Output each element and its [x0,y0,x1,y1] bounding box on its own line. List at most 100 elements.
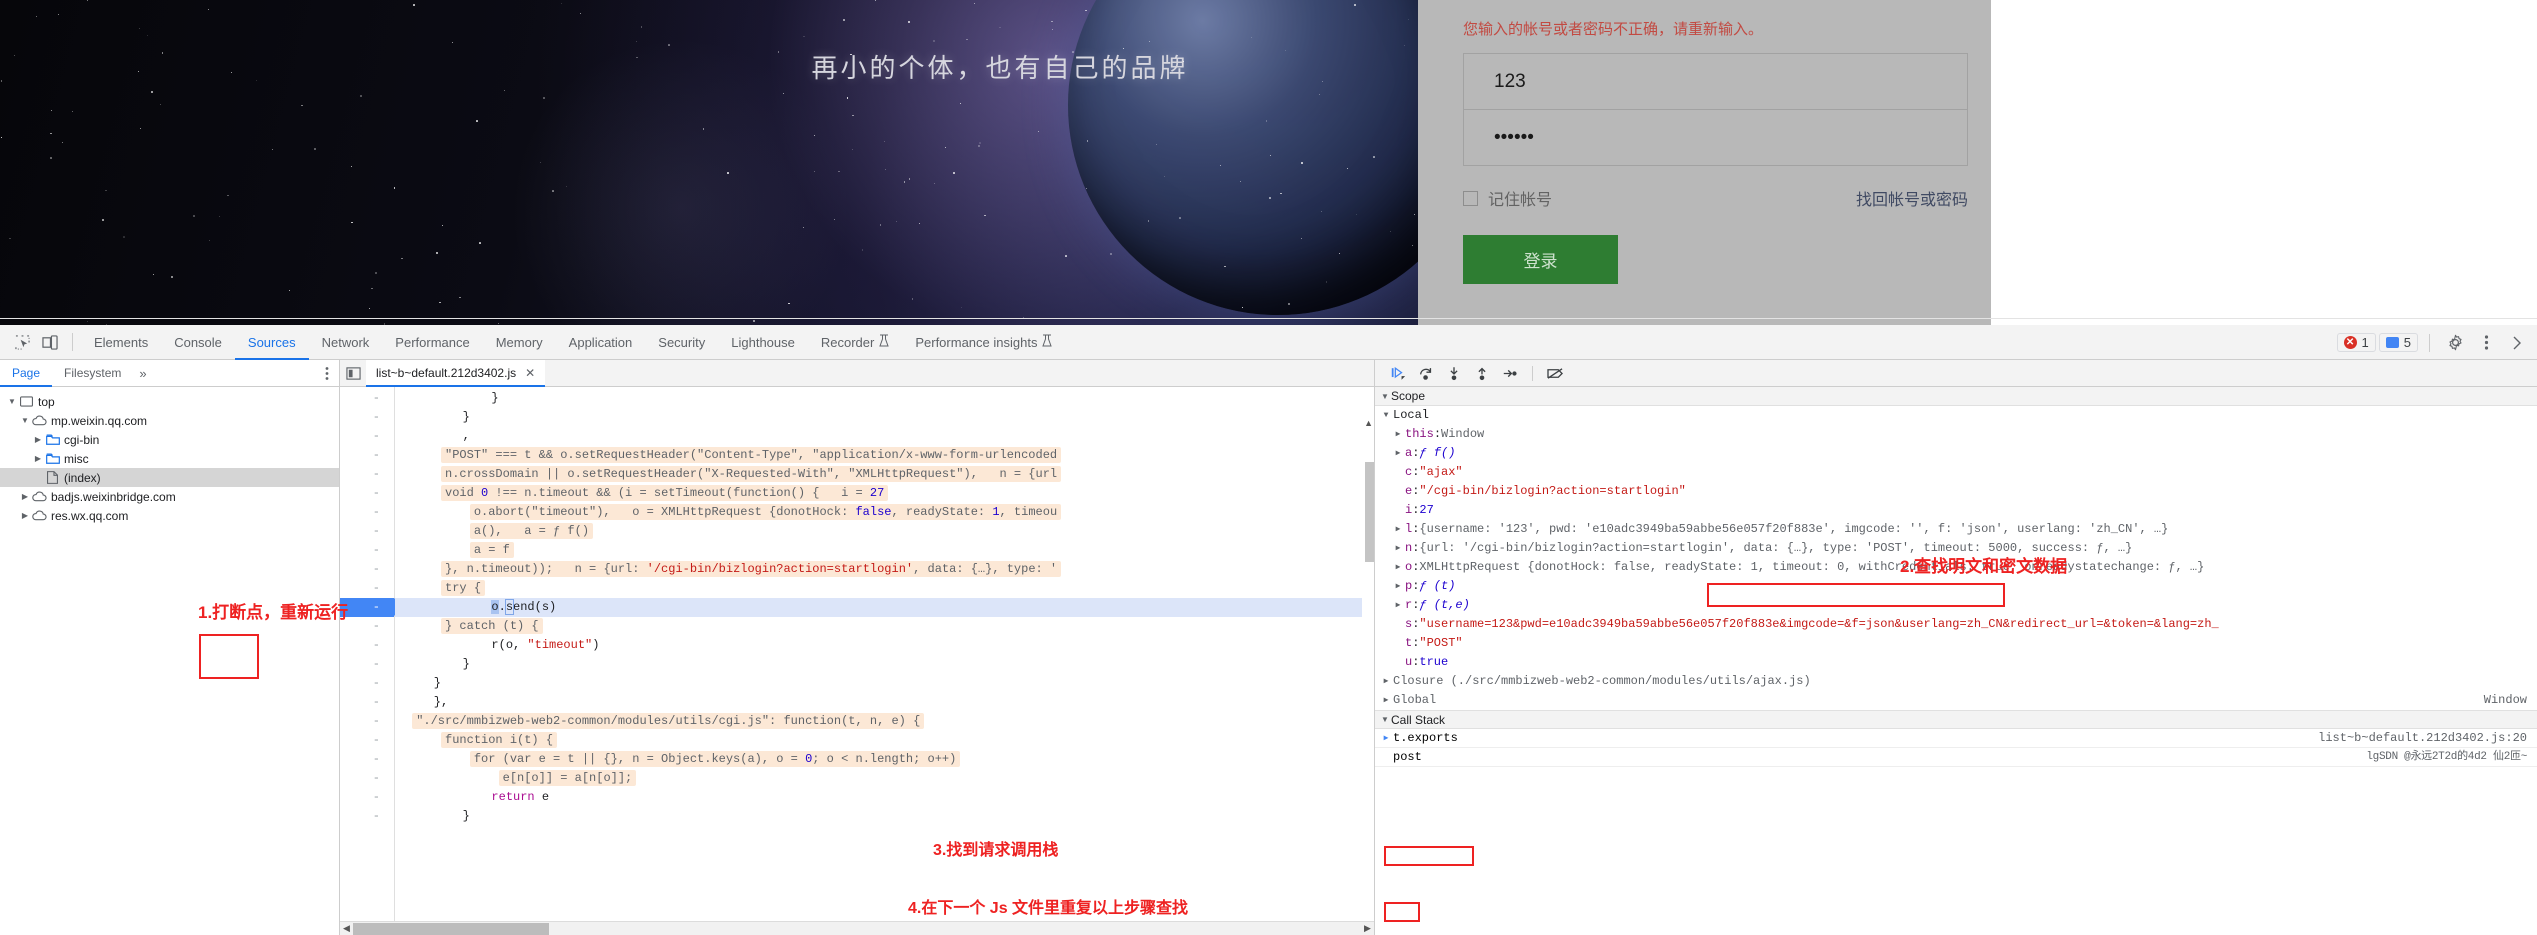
scope-row-s[interactable]: ▶s: "username=123&pwd=e10adc3949ba59abbe… [1375,615,2537,634]
more-tabs-icon[interactable]: » [133,366,152,381]
tab-memory[interactable]: Memory [483,325,556,360]
scope-row-r[interactable]: ▶ r: ƒ (t,e) [1375,596,2537,615]
inspect-element-icon[interactable] [8,329,36,355]
gutter-line[interactable]: - [340,636,394,655]
forgot-password-link[interactable]: 找回帐号或密码 [1856,186,1968,210]
checkbox-icon[interactable] [1463,190,1478,206]
chevron-right-icon[interactable]: ▶ [1391,577,1405,596]
tab-network[interactable]: Network [309,325,383,360]
horizontal-scroll-thumb[interactable] [353,922,549,935]
editor-gutter[interactable]: ----------------------- [340,387,403,921]
gutter-line[interactable]: - [340,522,394,541]
gutter-line[interactable]: - [340,389,394,408]
gutter-line[interactable]: - [340,655,394,674]
nav-tab-filesystem[interactable]: Filesystem [52,360,133,387]
tree-item-misc[interactable]: ▶ misc [0,449,339,468]
call-stack-frame[interactable]: ▶ t.exports list~b~default.212d3402.js:20 [1375,729,2537,748]
close-devtools-icon[interactable] [2503,330,2531,356]
code-line[interactable]: o.abort("timeout"), o = XMLHttpRequest {… [395,503,1374,522]
chevron-down-icon[interactable]: ▼ [6,397,18,406]
gutter-line[interactable]: - [340,560,394,579]
gutter-line[interactable]: - [340,674,394,693]
code-line[interactable]: } [395,674,1374,693]
code-line[interactable]: a(), a = ƒ f() [395,522,1374,541]
gutter-line[interactable]: - [340,750,394,769]
code-line[interactable]: return e [395,788,1374,807]
code-line-current[interactable]: o.send(s) [395,598,1374,617]
login-button[interactable]: 登录 [1463,235,1618,284]
kebab-menu-icon[interactable] [2472,330,2500,356]
step-out-icon[interactable] [1469,362,1495,384]
tree-item-top[interactable]: ▼ top [0,392,339,411]
code-line[interactable]: void 0 !== n.timeout && (i = setTimeout(… [395,484,1374,503]
gutter-line[interactable]: - [340,579,394,598]
gutter-line[interactable]: - [340,693,394,712]
vertical-scroll-thumb[interactable] [1365,462,1374,562]
scope-global-row[interactable]: ▶ Global Window [1375,691,2537,710]
resume-script-icon[interactable] [1385,362,1411,384]
code-line[interactable]: "./src/mmbizweb-web2-common/modules/util… [395,712,1374,731]
gutter-line[interactable]: - [340,446,394,465]
tree-item-res-wx-qq-com[interactable]: ▶ res.wx.qq.com [0,506,339,525]
tab-application[interactable]: Application [556,325,646,360]
chevron-right-icon[interactable]: ▶ [1391,558,1405,577]
scope-row-a[interactable]: ▶ a: ƒ f() [1375,444,2537,463]
chevron-right-icon[interactable]: ▶ [19,492,31,501]
step-into-icon[interactable] [1441,362,1467,384]
gutter-line[interactable]: - [340,712,394,731]
code-line[interactable]: r(o, "timeout") [395,636,1374,655]
gutter-line[interactable]: - [340,769,394,788]
chevron-right-icon[interactable]: ▶ [19,511,31,520]
scope-row-u[interactable]: ▶u: true [1375,653,2537,672]
device-toolbar-icon[interactable] [36,329,64,355]
hscroll-track[interactable] [353,922,1361,935]
scope-closure-row[interactable]: ▶ Closure (./src/mmbizweb-web2-common/mo… [1375,672,2537,691]
editor-vertical-scrollbar[interactable]: ▲ [1362,414,1374,907]
scope-section-header[interactable]: ▼ Scope [1375,387,2537,406]
gutter-line[interactable]: - [340,541,394,560]
code-line[interactable]: } [395,807,1374,826]
editor-horizontal-scrollbar[interactable]: ◀ ▶ [340,921,1374,935]
error-count-badge[interactable]: ✕ 1 [2336,333,2376,352]
gutter-line[interactable]: - [340,503,394,522]
code-line[interactable]: a = f [395,541,1374,560]
close-tab-icon[interactable]: ✕ [525,366,535,380]
chevron-right-icon[interactable]: ▶ [1391,425,1405,444]
chevron-right-icon[interactable]: ▶ [32,454,44,463]
gutter-line[interactable]: - [340,731,394,750]
tree-item-index[interactable]: ▶(index) [0,468,339,487]
step-icon[interactable] [1497,362,1523,384]
chevron-right-icon[interactable]: ▶ [1391,596,1405,615]
editor-file-tab[interactable]: list~b~default.212d3402.js ✕ [366,359,546,387]
chevron-right-icon[interactable]: ▶ [1391,539,1405,558]
tab-performance[interactable]: Performance [382,325,482,360]
scope-row-i[interactable]: ▶i: 27 [1375,501,2537,520]
tab-sources[interactable]: Sources [235,325,309,360]
code-line[interactable]: e[n[o]] = a[n[o]]; [395,769,1374,788]
scope-row-c[interactable]: ▶c: "ajax" [1375,463,2537,482]
code-line[interactable]: function i(t) { [395,731,1374,750]
code-line[interactable]: }, [395,693,1374,712]
show-navigator-icon[interactable] [340,360,366,387]
code-line[interactable]: , [395,427,1374,446]
editor-code[interactable]: } } , "POST" === t && o.setRequestHeader… [395,387,1374,921]
username-input[interactable] [1464,54,1967,109]
scroll-right-icon[interactable]: ▶ [1361,923,1374,934]
code-line[interactable]: } [395,389,1374,408]
tab-lighthouse[interactable]: Lighthouse [718,325,808,360]
scope-row-t[interactable]: ▶t: "POST" [1375,634,2537,653]
step-over-icon[interactable] [1413,362,1439,384]
gutter-line[interactable]: - [340,408,394,427]
tree-item-cgi-bin[interactable]: ▶ cgi-bin [0,430,339,449]
code-line[interactable]: } [395,408,1374,427]
gutter-line[interactable]: - [340,484,394,503]
chevron-right-icon[interactable]: ▶ [32,435,44,444]
password-input[interactable] [1464,110,1967,165]
chevron-down-icon[interactable]: ▼ [19,416,31,425]
code-line[interactable]: for (var e = t || {}, n = Object.keys(a)… [395,750,1374,769]
code-line[interactable]: } catch (t) { [395,617,1374,636]
tab-performance-insights[interactable]: Performance insights [902,325,1065,360]
navigator-kebab-icon[interactable] [325,366,329,386]
callstack-section-header[interactable]: ▼ Call Stack [1375,710,2537,729]
gutter-line[interactable]: - [340,807,394,826]
